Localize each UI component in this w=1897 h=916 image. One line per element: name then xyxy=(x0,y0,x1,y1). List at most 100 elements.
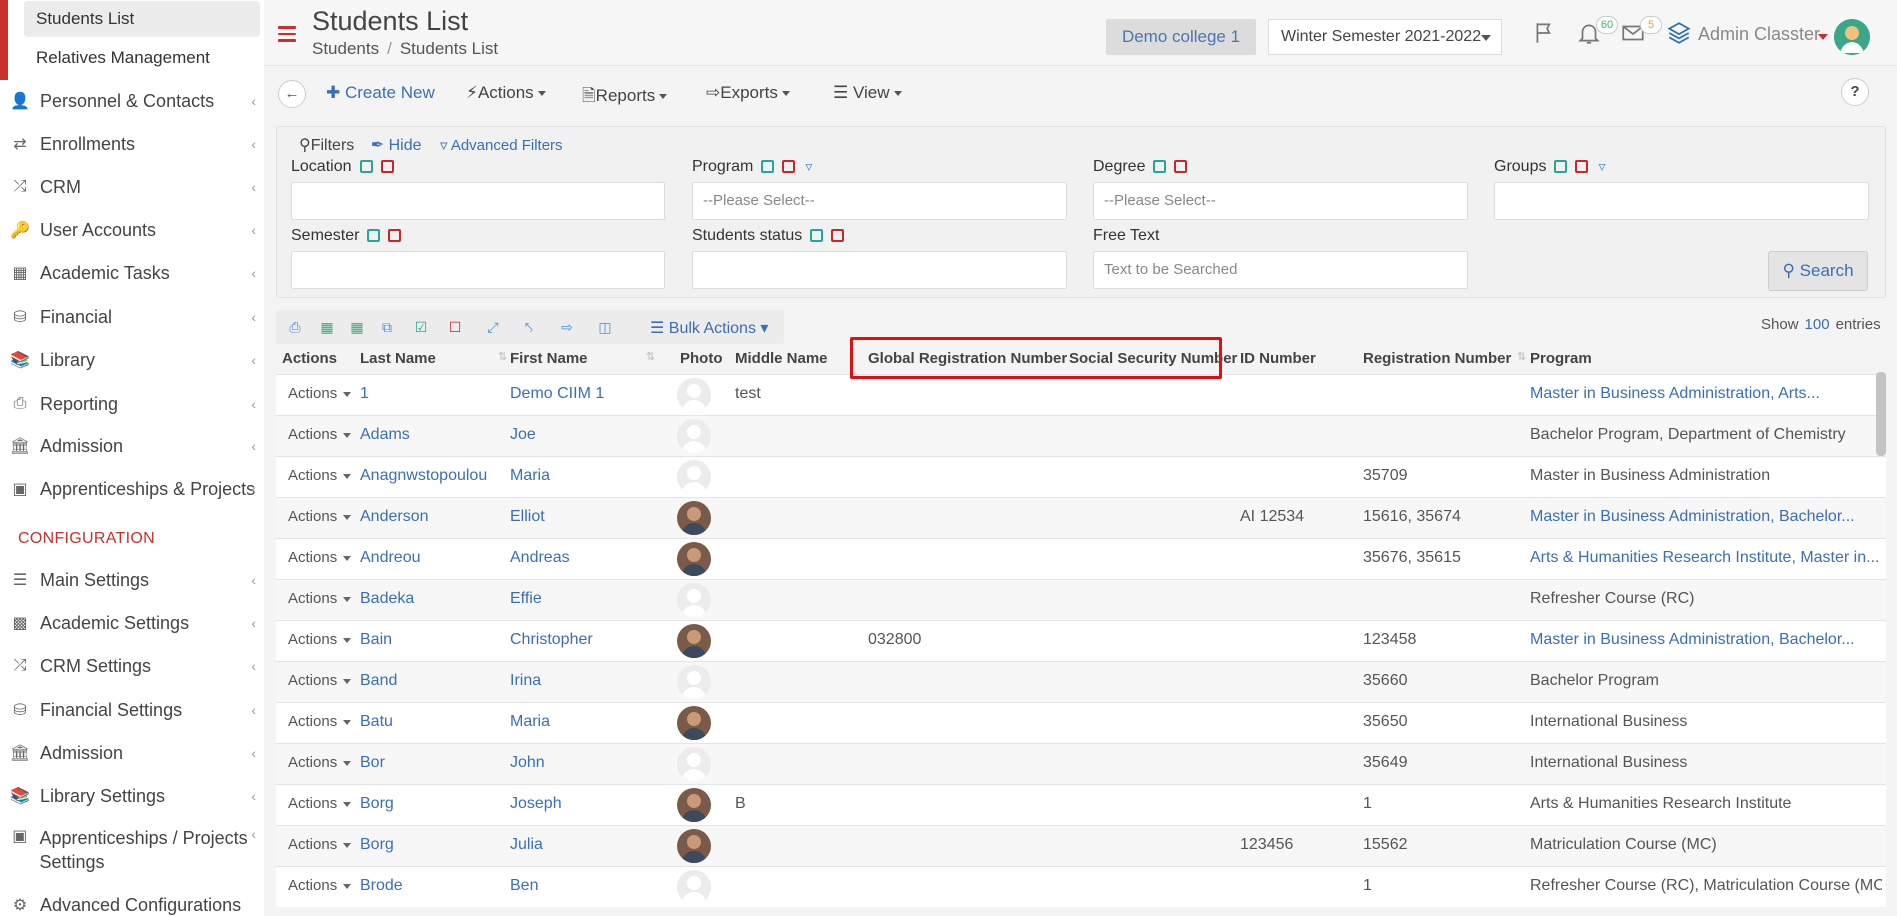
last-name-link[interactable]: Adams xyxy=(360,426,500,444)
groups-input[interactable] xyxy=(1494,182,1869,220)
expand-icon[interactable]: ⤢ xyxy=(484,318,502,336)
row-actions-button[interactable]: Actions xyxy=(288,631,352,648)
last-name-link[interactable]: Borg xyxy=(360,795,500,813)
clear-selection-icon[interactable] xyxy=(782,160,796,174)
col-last-name[interactable]: Last Name ⇅ xyxy=(360,350,507,367)
row-actions-button[interactable]: Actions xyxy=(288,836,352,853)
hide-filters-link[interactable]: ✒ Hide xyxy=(371,137,422,154)
table-row[interactable]: Actions Bor John 35649 International Busines… xyxy=(276,743,1886,784)
program[interactable]: Master in Business Administration, Bache… xyxy=(1530,508,1882,526)
table-row[interactable]: Actions Batu Maria 35650 International Busin… xyxy=(276,702,1886,743)
first-name-link[interactable]: Joseph xyxy=(510,795,660,813)
table-row[interactable]: Actions Borg Joseph B 1 Arts & Humanities Res… xyxy=(276,784,1886,825)
clear-selection-icon[interactable] xyxy=(1174,160,1188,174)
select-all-checkbox-icon[interactable] xyxy=(359,160,373,174)
students-status-input[interactable] xyxy=(692,251,1067,289)
sidebar-item-reporting[interactable]: ⎙ Reporting ‹ xyxy=(0,383,264,425)
sidebar-item-user-accounts[interactable]: 🔑 User Accounts ‹ xyxy=(0,209,264,251)
mail-icon[interactable]: 5 xyxy=(1618,16,1662,50)
first-name-link[interactable]: Elliot xyxy=(510,508,660,526)
breadcrumb-students[interactable]: Students xyxy=(312,39,379,58)
last-name-link[interactable]: Anderson xyxy=(360,508,500,526)
sidebar-item-library-settings[interactable]: 📚 Library Settings ‹ xyxy=(0,775,264,817)
table-row[interactable]: Actions Borg Julia 123456 15562 Matriculation… xyxy=(276,825,1886,866)
create-new-button[interactable]: ✚ Create New xyxy=(326,83,435,103)
location-input[interactable] xyxy=(291,182,665,220)
last-name-link[interactable]: Andreou xyxy=(360,549,500,567)
first-name-link[interactable]: Maria xyxy=(510,713,660,731)
college-selector-button[interactable]: Demo college 1 xyxy=(1106,19,1256,55)
table-row[interactable]: Actions Anderson Elliot AI 12534 15616, 3567… xyxy=(276,497,1886,538)
exports-menu-button[interactable]: ⇨Exports xyxy=(706,83,790,103)
table-row[interactable]: Actions Brode Ben 1 Refresher Course (RC), M… xyxy=(276,866,1886,907)
select-all-checkbox-icon[interactable] xyxy=(761,160,775,174)
first-name-link[interactable]: Andreas xyxy=(510,549,660,567)
sidebar-item-relatives-management[interactable]: Relatives Management xyxy=(24,40,260,76)
select-all-checkbox-icon[interactable] xyxy=(1554,160,1568,174)
row-actions-button[interactable]: Actions xyxy=(288,508,352,525)
col-middle-name[interactable]: Middle Name xyxy=(735,350,828,367)
sidebar-item-admission[interactable]: 🏛 Admission ‹ xyxy=(0,732,264,774)
bell-icon[interactable]: 60 xyxy=(1574,16,1618,50)
sidebar-item-apprenticeships-projects-settings[interactable]: ▣ Apprenticeships / Projects Settings ‹ xyxy=(0,826,264,876)
last-name-link[interactable]: 1 xyxy=(360,385,500,403)
sidebar-item-crm-settings[interactable]: ⤮ CRM Settings ‹ xyxy=(0,645,264,687)
sidebar-item-students-list[interactable]: Students List xyxy=(24,1,260,37)
sidebar-item-advanced-configurations[interactable]: ⚙ Advanced Configurations xyxy=(0,884,264,916)
menu-toggle-icon[interactable] xyxy=(278,26,296,42)
first-name-link[interactable]: Effie xyxy=(510,590,660,608)
last-name-link[interactable]: Band xyxy=(360,672,500,690)
row-actions-button[interactable]: Actions xyxy=(288,549,352,566)
sidebar-item-academic-settings[interactable]: ▩ Academic Settings ‹ xyxy=(0,602,264,644)
degree-select[interactable]: --Please Select-- xyxy=(1093,182,1468,220)
select-all-icon[interactable]: ☑ xyxy=(412,318,430,336)
sidebar-item-crm[interactable]: ⤮ CRM ‹ xyxy=(0,166,264,208)
clear-selection-icon[interactable] xyxy=(1575,160,1589,174)
semester-select[interactable]: Winter Semester 2021-2022 xyxy=(1268,19,1502,55)
clear-selection-icon[interactable] xyxy=(388,229,402,243)
table-row[interactable]: Actions Andreou Andreas 35676, 35615 Arts & … xyxy=(276,538,1886,579)
first-name-link[interactable]: John xyxy=(510,754,660,772)
copy-icon[interactable]: ⧉ xyxy=(378,318,396,336)
row-actions-button[interactable]: Actions xyxy=(288,877,352,894)
last-name-link[interactable]: Bain xyxy=(360,631,500,649)
avatar[interactable] xyxy=(1834,19,1870,55)
view-menu-button[interactable]: ☰ View xyxy=(833,83,902,103)
table-row[interactable]: Actions Adams Joe Bachelor Program, Departm… xyxy=(276,415,1886,456)
back-button[interactable]: ← xyxy=(278,80,306,108)
help-button[interactable]: ? xyxy=(1841,78,1869,106)
sidebar-item-apprenticeships-projects[interactable]: ▣ Apprenticeships & Projects ‹ xyxy=(0,468,264,510)
last-name-link[interactable]: Bor xyxy=(360,754,500,772)
semester-input[interactable] xyxy=(291,251,665,289)
sidebar-item-admission[interactable]: 🏛 Admission ‹ xyxy=(0,425,264,467)
first-name-link[interactable]: Julia xyxy=(510,836,660,854)
table-row[interactable]: Actions Bain Christopher 032800 123458 Master… xyxy=(276,620,1886,661)
program-select[interactable]: --Please Select-- xyxy=(692,182,1067,220)
clear-selection-icon[interactable] xyxy=(380,160,394,174)
deselect-all-icon[interactable]: ☐ xyxy=(446,318,464,336)
table-row[interactable]: Actions 1 Demo CIIM 1 test Master in Busines… xyxy=(276,374,1886,415)
advanced-filters-link[interactable]: ▿ Advanced Filters xyxy=(440,137,563,154)
csv-icon[interactable]: ▦ xyxy=(348,318,366,336)
row-actions-button[interactable]: Actions xyxy=(288,713,352,730)
layers-add-icon[interactable] xyxy=(1664,20,1694,50)
last-name-link[interactable]: Anagnwstopoulou xyxy=(360,467,500,485)
first-name-link[interactable]: Demo CIIM 1 xyxy=(510,385,660,403)
last-name-link[interactable]: Batu xyxy=(360,713,500,731)
first-name-link[interactable]: Irina xyxy=(510,672,660,690)
col-first-name[interactable]: First Name ⇅ xyxy=(510,350,655,367)
export-columns-icon[interactable]: ⇨ xyxy=(558,318,576,336)
last-name-link[interactable]: Badeka xyxy=(360,590,500,608)
row-actions-button[interactable]: Actions xyxy=(288,467,352,484)
sidebar-item-financial[interactable]: ⛁ Financial ‹ xyxy=(0,296,264,338)
reports-menu-button[interactable]: 🗎Reports xyxy=(582,83,668,112)
first-name-link[interactable]: Christopher xyxy=(510,631,660,649)
row-actions-button[interactable]: Actions xyxy=(288,426,352,443)
row-actions-button[interactable]: Actions xyxy=(288,754,352,771)
actions-menu-button[interactable]: ⚡Actions xyxy=(466,83,546,103)
search-button[interactable]: ⚲ Search xyxy=(1768,251,1868,291)
sidebar-item-academic-tasks[interactable]: ▦ Academic Tasks ‹ xyxy=(0,252,264,294)
select-all-checkbox-icon[interactable] xyxy=(810,229,824,243)
row-actions-button[interactable]: Actions xyxy=(288,672,352,689)
sidebar-item-personnel-contacts[interactable]: 👤 Personnel & Contacts ‹ xyxy=(0,80,264,122)
